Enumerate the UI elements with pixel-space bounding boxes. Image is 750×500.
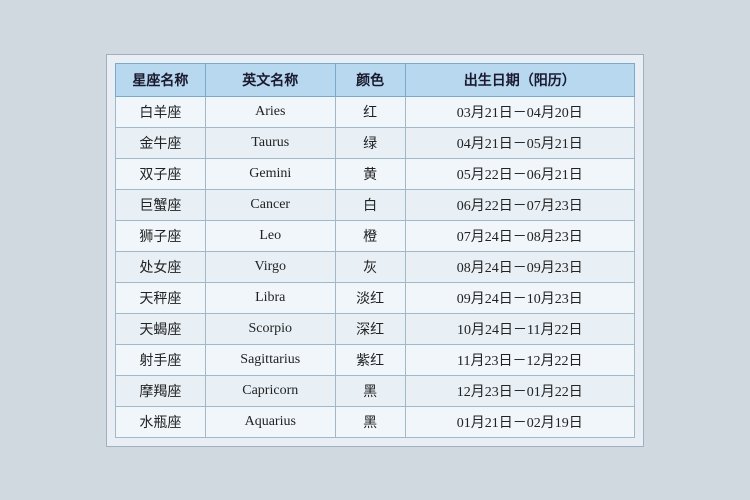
header-color: 颜色 (335, 63, 405, 96)
cell-color: 深红 (335, 313, 405, 344)
cell-english: Aquarius (205, 406, 335, 437)
cell-chinese: 水瓶座 (116, 406, 206, 437)
table-row: 白羊座Aries红03月21日－04月20日 (116, 96, 635, 127)
cell-color: 黑 (335, 375, 405, 406)
cell-english: Taurus (205, 127, 335, 158)
cell-chinese: 金牛座 (116, 127, 206, 158)
cell-color: 橙 (335, 220, 405, 251)
cell-english: Capricorn (205, 375, 335, 406)
cell-color: 黄 (335, 158, 405, 189)
cell-color: 淡红 (335, 282, 405, 313)
cell-english: Virgo (205, 251, 335, 282)
zodiac-table: 星座名称 英文名称 颜色 出生日期（阳历） 白羊座Aries红03月21日－04… (115, 63, 635, 438)
cell-chinese: 天蝎座 (116, 313, 206, 344)
cell-color: 黑 (335, 406, 405, 437)
cell-chinese: 摩羯座 (116, 375, 206, 406)
table-row: 天蝎座Scorpio深红10月24日－11月22日 (116, 313, 635, 344)
cell-chinese: 射手座 (116, 344, 206, 375)
cell-english: Libra (205, 282, 335, 313)
cell-english: Cancer (205, 189, 335, 220)
cell-chinese: 处女座 (116, 251, 206, 282)
table-row: 摩羯座Capricorn黑12月23日－01月22日 (116, 375, 635, 406)
cell-date: 07月24日－08月23日 (405, 220, 634, 251)
zodiac-table-wrapper: 星座名称 英文名称 颜色 出生日期（阳历） 白羊座Aries红03月21日－04… (106, 54, 644, 447)
cell-chinese: 狮子座 (116, 220, 206, 251)
cell-date: 03月21日－04月20日 (405, 96, 634, 127)
cell-english: Leo (205, 220, 335, 251)
table-row: 巨蟹座Cancer白06月22日－07月23日 (116, 189, 635, 220)
table-row: 天秤座Libra淡红09月24日－10月23日 (116, 282, 635, 313)
table-row: 射手座Sagittarius紫红11月23日－12月22日 (116, 344, 635, 375)
table-row: 处女座Virgo灰08月24日－09月23日 (116, 251, 635, 282)
cell-date: 01月21日－02月19日 (405, 406, 634, 437)
header-english: 英文名称 (205, 63, 335, 96)
cell-date: 04月21日－05月21日 (405, 127, 634, 158)
cell-english: Aries (205, 96, 335, 127)
cell-english: Sagittarius (205, 344, 335, 375)
header-chinese: 星座名称 (116, 63, 206, 96)
table-header-row: 星座名称 英文名称 颜色 出生日期（阳历） (116, 63, 635, 96)
cell-date: 12月23日－01月22日 (405, 375, 634, 406)
cell-color: 白 (335, 189, 405, 220)
header-date: 出生日期（阳历） (405, 63, 634, 96)
cell-chinese: 巨蟹座 (116, 189, 206, 220)
cell-english: Scorpio (205, 313, 335, 344)
cell-date: 11月23日－12月22日 (405, 344, 634, 375)
cell-color: 绿 (335, 127, 405, 158)
cell-chinese: 白羊座 (116, 96, 206, 127)
table-row: 狮子座Leo橙07月24日－08月23日 (116, 220, 635, 251)
cell-color: 紫红 (335, 344, 405, 375)
table-row: 水瓶座Aquarius黑01月21日－02月19日 (116, 406, 635, 437)
cell-date: 06月22日－07月23日 (405, 189, 634, 220)
cell-chinese: 双子座 (116, 158, 206, 189)
cell-date: 05月22日－06月21日 (405, 158, 634, 189)
cell-date: 09月24日－10月23日 (405, 282, 634, 313)
cell-color: 红 (335, 96, 405, 127)
cell-chinese: 天秤座 (116, 282, 206, 313)
cell-date: 10月24日－11月22日 (405, 313, 634, 344)
cell-color: 灰 (335, 251, 405, 282)
cell-date: 08月24日－09月23日 (405, 251, 634, 282)
table-row: 双子座Gemini黄05月22日－06月21日 (116, 158, 635, 189)
cell-english: Gemini (205, 158, 335, 189)
table-row: 金牛座Taurus绿04月21日－05月21日 (116, 127, 635, 158)
